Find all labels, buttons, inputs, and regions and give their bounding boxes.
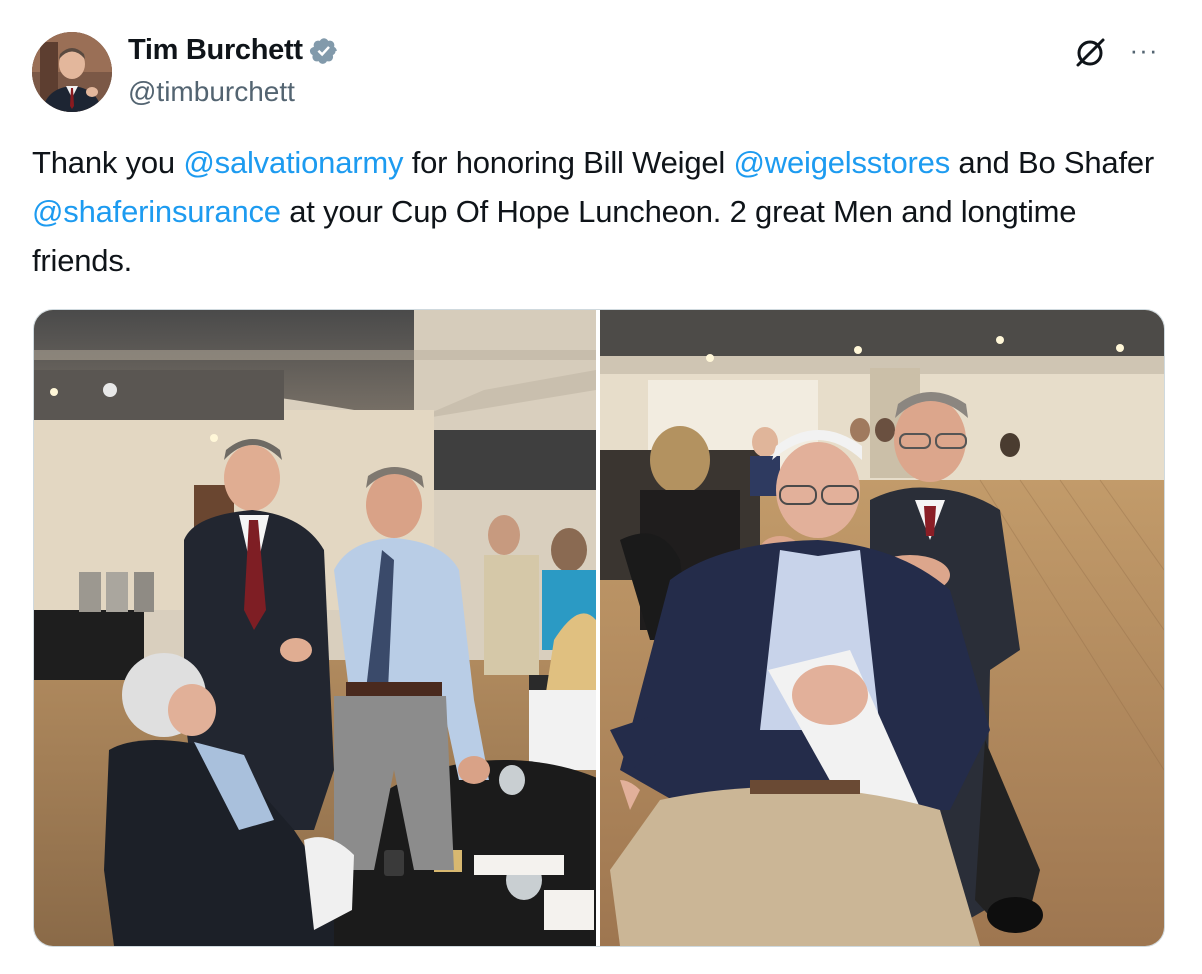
mention-link-shaferinsurance[interactable]: @shaferinsurance	[32, 194, 281, 229]
grok-icon[interactable]	[1072, 34, 1108, 70]
media-grid	[33, 309, 1165, 947]
mention-link-salvationarmy[interactable]: @salvationarmy	[183, 145, 403, 180]
author-name-row: Tim Burchett	[128, 34, 339, 67]
more-options-button[interactable]: ···	[1124, 30, 1164, 70]
mention-link-weigelsstores[interactable]: @weigelsstores	[734, 145, 951, 180]
tweet-text-segment: and Bo Shafer	[950, 145, 1155, 180]
tweet-text-segment: Thank you	[32, 145, 184, 180]
media-photo-2[interactable]	[600, 310, 1164, 946]
author-handle[interactable]: @timburchett	[128, 76, 295, 108]
tweet-text: Thank you @salvationarmy for honoring Bi…	[32, 138, 1172, 285]
tweet-card[interactable]: Tim Burchett @timburchett ··· Thank you …	[0, 0, 1202, 974]
tweet-text-segment: for honoring Bill Weigel	[403, 145, 734, 180]
profile-photo-icon	[32, 32, 112, 112]
author-display-name[interactable]: Tim Burchett	[128, 34, 303, 67]
media-photo-1[interactable]	[34, 310, 596, 946]
author-avatar[interactable]	[32, 32, 112, 112]
verified-badge-icon[interactable]	[309, 36, 339, 66]
